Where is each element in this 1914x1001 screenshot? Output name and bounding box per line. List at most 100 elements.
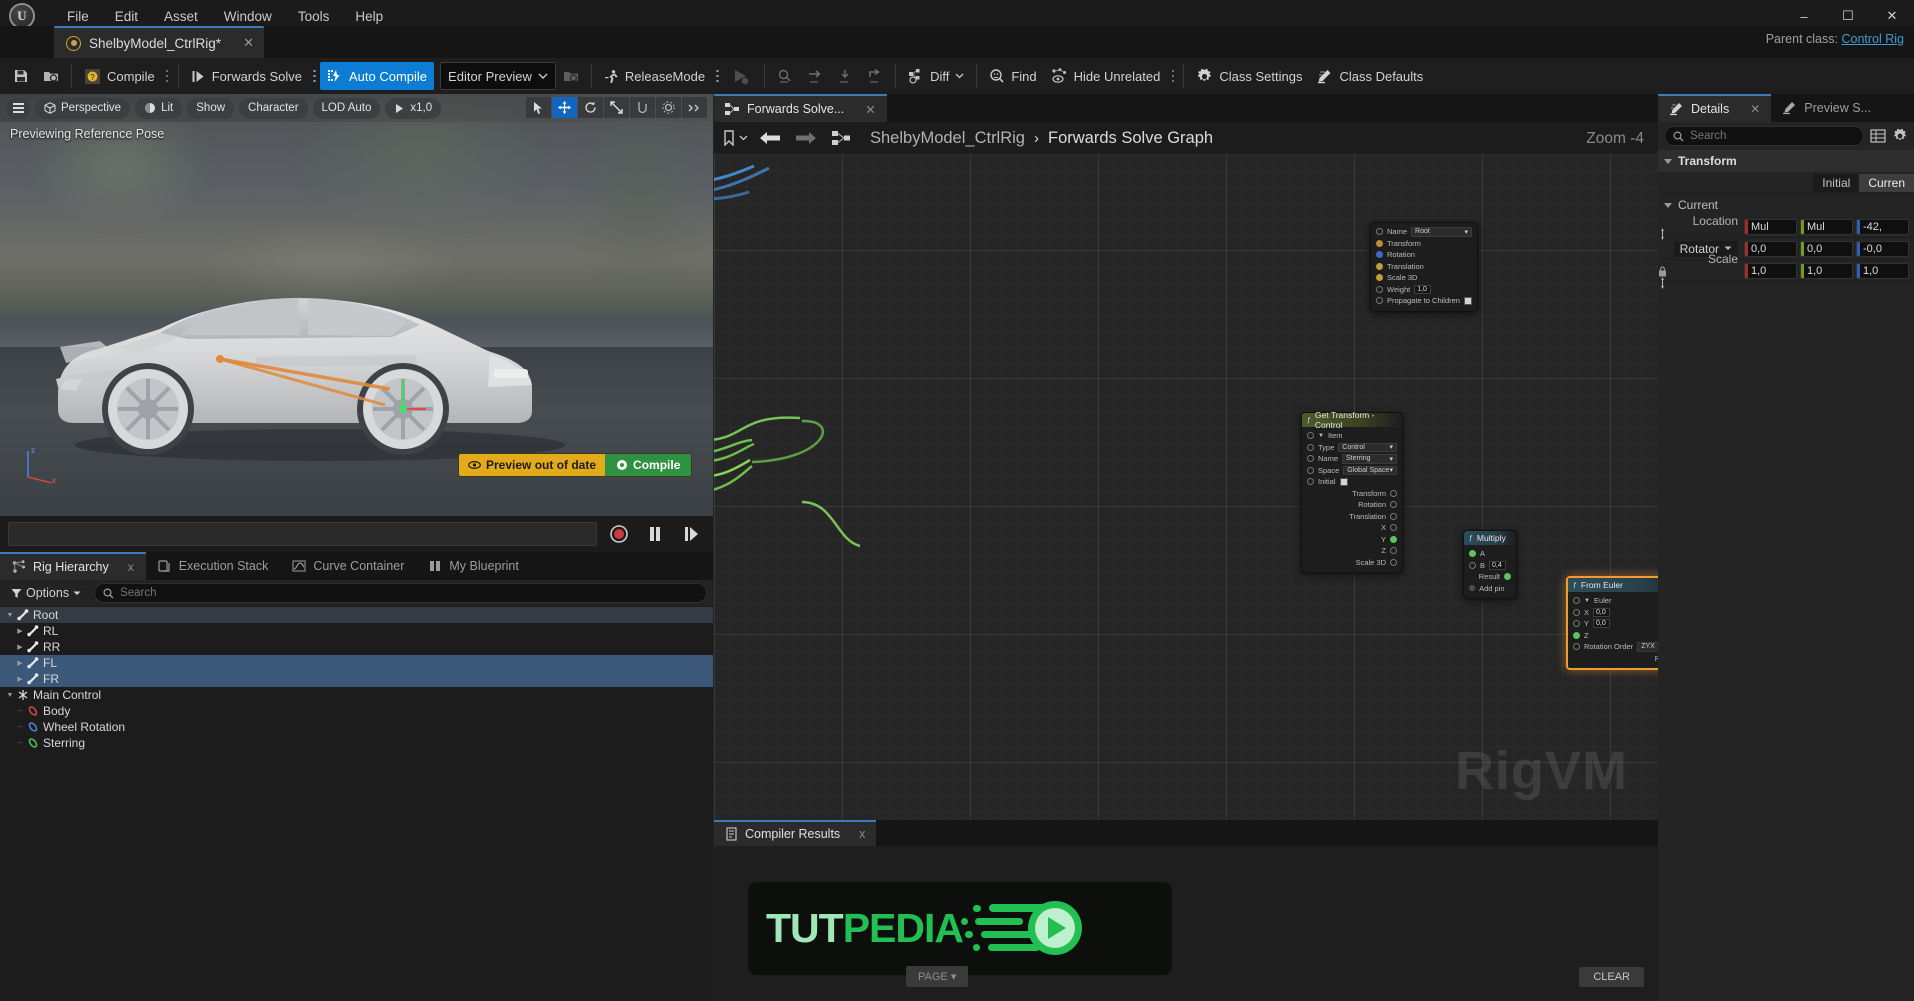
- transform-rotator-z-input[interactable]: -0,0: [1856, 240, 1909, 257]
- rotate-tool-icon[interactable]: [578, 97, 603, 118]
- output-pin[interactable]: [1390, 512, 1397, 520]
- forwards-solve-kebab[interactable]: [309, 65, 320, 87]
- node-pin-row[interactable]: Type Control ▾: [1307, 442, 1397, 454]
- node-output-row[interactable]: Transform: [1307, 488, 1397, 500]
- clear-button[interactable]: CLEAR: [1579, 967, 1644, 987]
- output-pin[interactable]: [1390, 547, 1397, 555]
- release-mode-button[interactable]: ReleaseMode: [597, 62, 712, 90]
- details-category-transform[interactable]: Transform: [1658, 150, 1914, 172]
- input-pin[interactable]: [1376, 228, 1383, 236]
- details-search-input[interactable]: [1690, 130, 1855, 142]
- save-button[interactable]: [6, 62, 36, 90]
- output-pin[interactable]: [1390, 489, 1397, 497]
- close-icon[interactable]: ✕: [865, 102, 875, 117]
- node-pin-row[interactable]: X 0,0: [1573, 607, 1658, 619]
- node-pin-row[interactable]: Y 0,0: [1573, 618, 1658, 630]
- transform-scale-z-input[interactable]: 1,0: [1856, 262, 1909, 279]
- node-output-row[interactable]: Y: [1307, 534, 1397, 546]
- node-pin-row[interactable]: Propagate to Children: [1376, 295, 1472, 307]
- tab-details[interactable]: Details ✕: [1658, 94, 1772, 122]
- transform-rotator-y-input[interactable]: 0,0: [1800, 240, 1853, 257]
- graph-forward-button[interactable]: [792, 131, 820, 145]
- chevron-down-icon[interactable]: ▼: [4, 609, 16, 621]
- rig-tree-item[interactable]: ▶ RR: [0, 639, 713, 655]
- node-pin-row[interactable]: Scale 3D: [1376, 272, 1472, 284]
- chevron-right-icon[interactable]: ▶: [14, 673, 26, 685]
- rig-search-input[interactable]: [120, 587, 698, 599]
- viewport-show-button[interactable]: Show: [187, 97, 235, 119]
- rig-tree-item[interactable]: ─ Sterring: [0, 735, 713, 751]
- graph-back-button[interactable]: [756, 131, 784, 145]
- node-output-row[interactable]: Scale 3D: [1307, 557, 1397, 569]
- input-pin[interactable]: [1573, 608, 1580, 616]
- tab-compiler-results[interactable]: Compiler Results x: [714, 820, 877, 846]
- find-button[interactable]: Find: [982, 62, 1043, 90]
- viewport-perspective-button[interactable]: Perspective: [35, 97, 131, 119]
- input-pin[interactable]: [1469, 550, 1476, 558]
- camera-settings-icon[interactable]: [656, 97, 681, 118]
- rig-tree-item[interactable]: ─ Body: [0, 703, 713, 719]
- preview-viewport[interactable]: Perspective Lit Show Character LOD Auto …: [0, 94, 713, 531]
- node-dropdown[interactable]: Global Space ▾: [1343, 465, 1397, 475]
- class-defaults-button[interactable]: Class Defaults: [1309, 62, 1430, 90]
- viewport-character-button[interactable]: Character: [239, 97, 308, 119]
- step-over-button[interactable]: [800, 62, 830, 90]
- tab-curve-container[interactable]: Curve Container: [280, 552, 416, 580]
- input-pin[interactable]: [1307, 455, 1314, 463]
- tab-forwards-solve-graph[interactable]: Forwards Solve... ✕: [714, 94, 887, 122]
- input-pin[interactable]: [1376, 274, 1383, 282]
- hide-unrelated-button[interactable]: Hide Unrelated: [1044, 62, 1168, 90]
- input-pin[interactable]: [1376, 262, 1383, 270]
- close-icon[interactable]: ✕: [243, 35, 254, 51]
- node-value-input[interactable]: 0,4: [1489, 560, 1507, 570]
- release-mode-kebab[interactable]: [712, 65, 723, 87]
- node-output-row[interactable]: Z: [1307, 545, 1397, 557]
- viewport-overflow-icon[interactable]: [682, 97, 707, 118]
- snap-tool-icon[interactable]: [630, 97, 655, 118]
- input-pin[interactable]: [1307, 443, 1314, 451]
- scale-tool-icon[interactable]: [604, 97, 629, 118]
- gear-icon[interactable]: [1892, 128, 1908, 144]
- input-pin[interactable]: [1573, 631, 1580, 639]
- step-out-button[interactable]: [860, 62, 890, 90]
- node-checkbox[interactable]: [1339, 477, 1348, 486]
- preview-out-of-date-button[interactable]: Preview out of date: [459, 454, 606, 476]
- menu-file[interactable]: File: [54, 5, 102, 28]
- details-search-box[interactable]: [1664, 126, 1864, 146]
- menu-tools[interactable]: Tools: [285, 5, 343, 28]
- node-add-pin-button[interactable]: ◎ Add pin: [1469, 583, 1511, 595]
- node-struct-row[interactable]: ▼ Item: [1307, 430, 1397, 442]
- hide-unrelated-kebab[interactable]: [1167, 65, 1178, 87]
- transform-rotator-x-input[interactable]: 0,0: [1744, 240, 1797, 257]
- forwards-solve-button[interactable]: Forwards Solve: [184, 62, 309, 90]
- page-dropdown-button[interactable]: PAGE ▾: [906, 966, 969, 987]
- node-pin-row[interactable]: Name Root ▾: [1376, 226, 1472, 238]
- node-pin-row[interactable]: Weight 1,0: [1376, 284, 1472, 296]
- debug-find-button[interactable]: [770, 62, 800, 90]
- tab-my-blueprint[interactable]: My Blueprint: [416, 552, 530, 580]
- pause-button[interactable]: [641, 521, 669, 547]
- grid-view-icon[interactable]: [1870, 128, 1886, 144]
- node-dropdown[interactable]: Control ▾: [1338, 442, 1397, 452]
- chevron-right-icon[interactable]: ▶: [14, 641, 26, 653]
- parent-class-link[interactable]: Control Rig: [1841, 32, 1904, 46]
- step-into-button[interactable]: [830, 62, 860, 90]
- rig-options-button[interactable]: Options: [6, 584, 86, 602]
- viewport-lit-button[interactable]: Lit: [135, 97, 183, 119]
- graph-node-from-euler[interactable]: ƒ From Euler ▼ Euler X 0,0 Y 0,0 Z Rotation Order…: [1566, 576, 1658, 670]
- input-pin[interactable]: [1307, 432, 1314, 440]
- input-pin[interactable]: [1573, 643, 1580, 651]
- node-pin-row[interactable]: Rotation OrderZYX▾: [1573, 641, 1658, 653]
- transform-mode-current[interactable]: Curren: [1859, 173, 1914, 192]
- input-pin[interactable]: [1376, 297, 1383, 305]
- close-icon[interactable]: x: [128, 560, 134, 574]
- node-pin-row[interactable]: Transform: [1376, 238, 1472, 250]
- node-struct-row[interactable]: ▼ Euler: [1573, 595, 1658, 607]
- tab-rig-hierarchy[interactable]: Rig Hierarchy x: [0, 552, 146, 580]
- compile-button[interactable]: ? Compile: [77, 62, 162, 90]
- node-dropdown[interactable]: ZYX▾: [1637, 642, 1658, 652]
- node-dropdown[interactable]: Root ▾: [1411, 227, 1472, 237]
- input-pin[interactable]: [1376, 251, 1383, 259]
- viewport-menu-icon[interactable]: [6, 97, 30, 119]
- node-value-input[interactable]: 1,0: [1414, 284, 1432, 294]
